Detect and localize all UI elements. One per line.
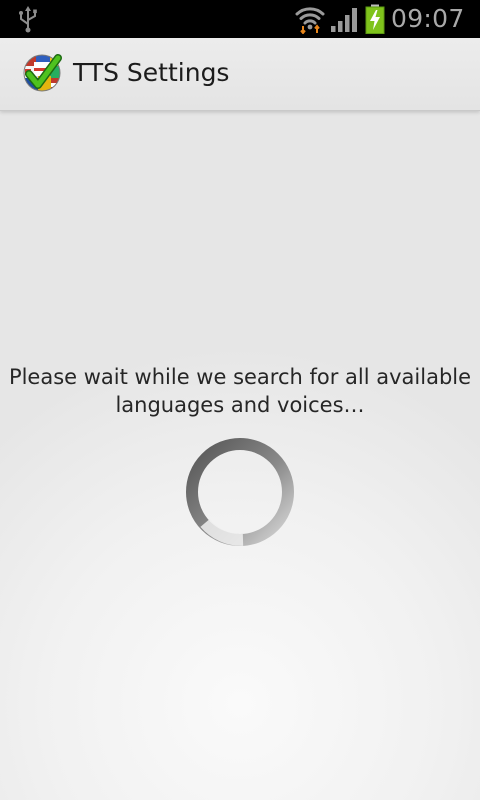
wifi-icon — [295, 7, 325, 34]
loading-message: Please wait while we search for all avai… — [0, 363, 480, 419]
battery-charging-icon — [365, 4, 385, 34]
screen: 09:07 TTS Settings Please wait while we … — [0, 0, 480, 800]
loading-message-line-1: Please wait while we search for all avai… — [8, 365, 472, 389]
action-bar: TTS Settings — [0, 38, 480, 111]
loading-spinner — [186, 438, 294, 546]
app-globe-check-icon[interactable] — [22, 52, 64, 94]
loading-message-line-2: languages and voices… — [115, 393, 365, 417]
signal-icon — [331, 8, 357, 32]
usb-icon — [19, 6, 37, 33]
status-bar: 09:07 — [0, 0, 480, 38]
page-title: TTS Settings — [73, 58, 230, 87]
status-clock: 09:07 — [391, 4, 465, 33]
